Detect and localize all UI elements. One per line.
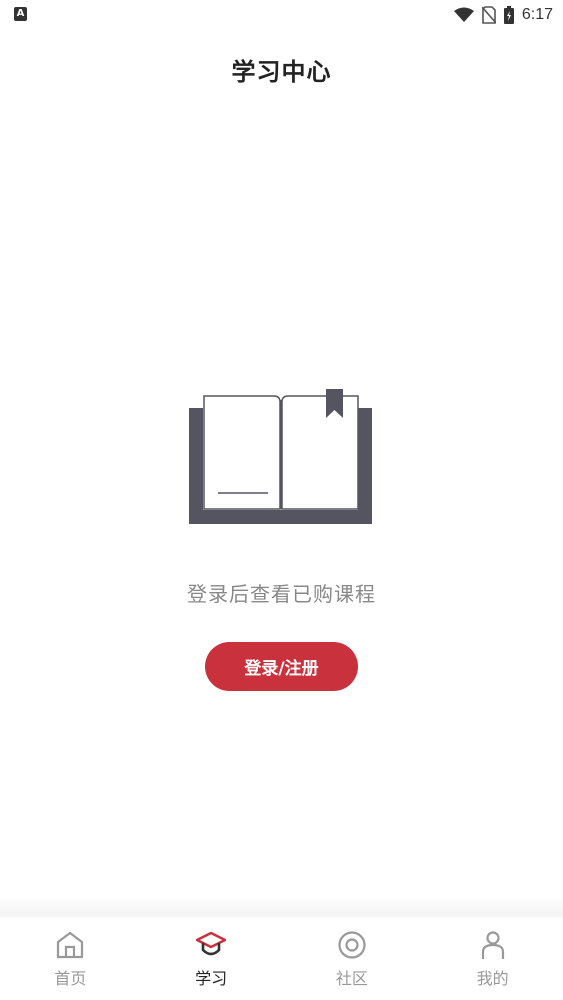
tab-study-label: 学习 [195, 969, 228, 988]
tab-bar-shadow [0, 896, 563, 918]
tab-profile[interactable]: 我的 [422, 917, 563, 1000]
bottom-tab-bar: 首页 学习 社区 我的 [0, 917, 563, 1000]
home-icon [54, 929, 86, 961]
wifi-icon [453, 7, 474, 22]
community-icon [336, 929, 368, 961]
profile-icon [477, 929, 509, 961]
graduation-cap-icon [195, 929, 227, 961]
tab-profile-label: 我的 [476, 969, 509, 988]
status-bar: A 6:17 [0, 0, 563, 30]
no-sim-icon [481, 6, 496, 24]
app-notification-icon: A [14, 7, 27, 21]
open-book-icon [189, 389, 372, 524]
tab-home[interactable]: 首页 [0, 917, 141, 1000]
page-title: 学习中心 [231, 58, 332, 86]
empty-state-message: 登录后查看已购课程 [187, 582, 376, 606]
status-indicators: 6:17 [453, 4, 553, 26]
tab-study[interactable]: 学习 [141, 917, 282, 1000]
login-register-button[interactable]: 登录/注册 [205, 642, 358, 691]
tab-home-label: 首页 [54, 969, 87, 988]
tab-community-label: 社区 [335, 969, 368, 988]
tab-community[interactable]: 社区 [282, 917, 423, 1000]
status-time: 6:17 [521, 6, 553, 23]
battery-icon [503, 6, 514, 24]
